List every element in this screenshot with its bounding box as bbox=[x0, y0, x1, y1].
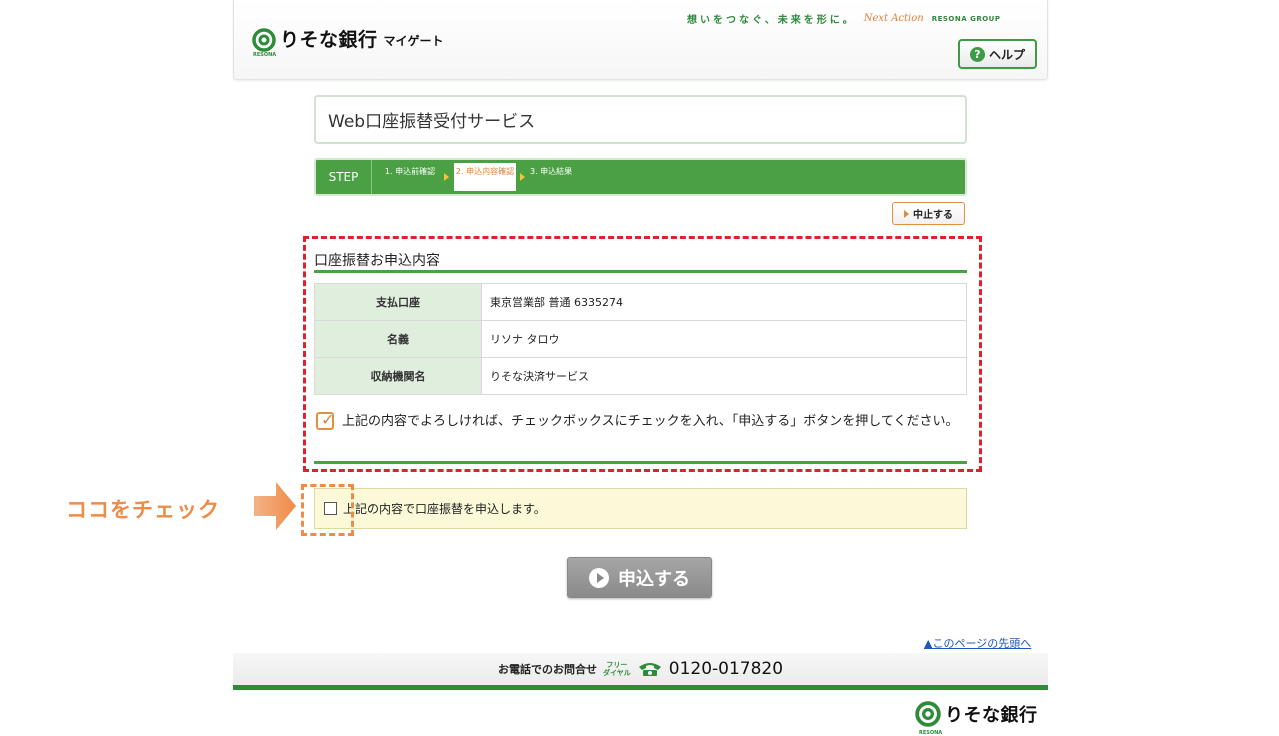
phone-number[interactable]: 0120-017820 bbox=[669, 659, 783, 679]
row-value: りそな決済サービス bbox=[481, 357, 967, 395]
help-button[interactable]: ? ヘルプ bbox=[958, 39, 1037, 69]
step-arrow-icon bbox=[444, 173, 449, 181]
divider bbox=[314, 461, 967, 464]
page-top-link[interactable]: ▲このページの先頭へ bbox=[924, 635, 1031, 651]
notice: ✓ 上記の内容でよろしければ、チェックボックスにチェックを入れ、「申込する」ボタ… bbox=[316, 410, 966, 431]
row-value: 東京営業部 普通 6335274 bbox=[481, 283, 967, 321]
row-value: リソナ タロウ bbox=[481, 320, 967, 358]
step-bar: STEP 1. 申込前確認 2. 申込内容確認 3. 申込結果 bbox=[314, 158, 967, 196]
contact-label: お電話でのお問合せ bbox=[497, 663, 597, 676]
tagline: 想いをつなぐ、未来を形に。 Next Action RESONA GROUP bbox=[687, 11, 1001, 26]
table-row: 名義 リソナ タロウ bbox=[314, 320, 967, 358]
footer-contact: お電話でのお問合せ フリー ダイヤル 0120-017820 bbox=[233, 653, 1048, 690]
row-label: 支払口座 bbox=[314, 283, 482, 321]
site-header: りそな銀行 マイゲート RESONA 想いをつなぐ、未来を形に。 Next Ac… bbox=[233, 0, 1048, 80]
table-row: 収納機関名 りそな決済サービス bbox=[314, 357, 967, 395]
footer-logo: りそな銀行 RESONA bbox=[915, 701, 1038, 736]
callout-label: ココをチェック bbox=[66, 498, 220, 522]
cancel-button[interactable]: 中止する bbox=[892, 202, 965, 225]
resona-logo-icon bbox=[915, 701, 941, 727]
service-name: マイゲート bbox=[383, 34, 444, 48]
bank-logo[interactable]: りそな銀行 マイゲート RESONA bbox=[252, 25, 444, 58]
triangle-right-icon bbox=[904, 209, 909, 218]
submit-button[interactable]: 申込する bbox=[567, 557, 712, 598]
row-label: 収納機関名 bbox=[314, 357, 482, 395]
footer-bank-name: りそな銀行 bbox=[945, 705, 1038, 726]
section-title: 口座振替お申込内容 bbox=[314, 250, 967, 273]
freedial-bottom: ダイヤル bbox=[602, 669, 631, 677]
resona-group-text: RESONA GROUP bbox=[931, 14, 1001, 23]
tagline-text: 想いをつなぐ、未来を形に。 bbox=[687, 15, 856, 26]
step-3: 3. 申込結果 bbox=[530, 167, 573, 176]
table-row: 支払口座 東京営業部 普通 6335274 bbox=[314, 283, 967, 321]
agreement-label[interactable]: 上記の内容で口座振替を申込します。 bbox=[343, 500, 546, 517]
check-notice-icon: ✓ bbox=[316, 410, 334, 430]
cancel-label: 中止する bbox=[913, 210, 953, 221]
resona-logo-icon bbox=[252, 28, 276, 52]
step-label: STEP bbox=[316, 160, 372, 194]
freedial-label: フリー ダイヤル bbox=[603, 661, 631, 677]
callout-arrow-icon bbox=[254, 482, 296, 530]
notice-text: 上記の内容でよろしければ、チェックボックスにチェックを入れ、「申込する」ボタンを… bbox=[342, 414, 959, 429]
bank-name: りそな銀行 bbox=[280, 29, 378, 51]
phone-icon bbox=[638, 663, 661, 676]
next-action-text: Next Action bbox=[863, 13, 924, 24]
page-title: Web口座振替受付サービス bbox=[314, 95, 967, 144]
details-table: 支払口座 東京営業部 普通 6335274 名義 リソナ タロウ 収納機関名 り… bbox=[314, 283, 967, 395]
agreement-box: 上記の内容で口座振替を申込します。 bbox=[314, 488, 967, 529]
freedial-top: フリー bbox=[606, 661, 628, 669]
step-1: 1. 申込前確認 bbox=[384, 167, 436, 176]
submit-label: 申込する bbox=[618, 568, 690, 590]
play-icon bbox=[589, 567, 609, 588]
footer-resona-small: RESONA bbox=[919, 730, 943, 736]
step-arrow-icon bbox=[520, 173, 525, 181]
resona-small-text: RESONA bbox=[253, 52, 277, 58]
step-2-current: 2. 申込内容確認 bbox=[454, 163, 516, 191]
row-label: 名義 bbox=[314, 320, 482, 358]
help-label: ヘルプ bbox=[988, 47, 1025, 62]
checkbox-highlight-frame bbox=[301, 484, 354, 536]
help-icon: ? bbox=[969, 46, 985, 62]
